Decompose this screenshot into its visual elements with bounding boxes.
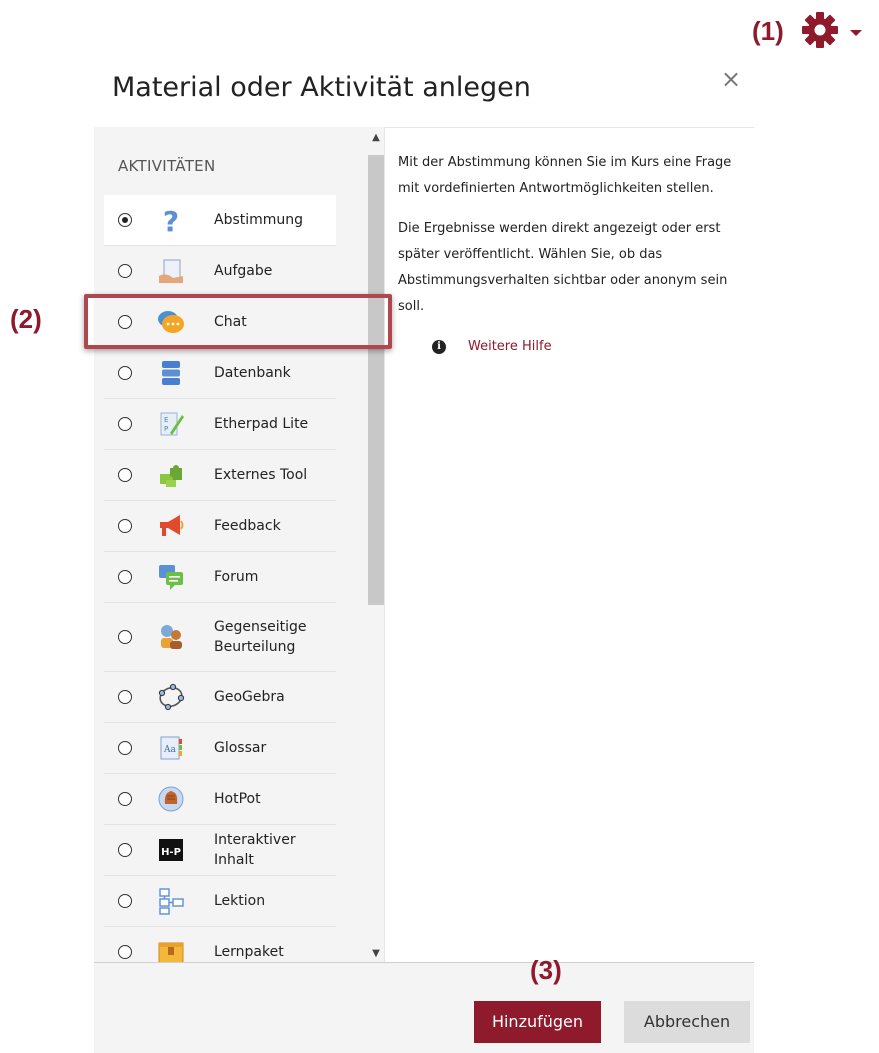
list-item[interactable]: Datenbank: [104, 348, 336, 399]
dialog-footer: Hinzufügen Abbrechen: [94, 963, 754, 1053]
glossary-icon: Aa: [156, 733, 186, 763]
list-item-label: Interaktiver Inhalt: [214, 832, 296, 868]
list-item[interactable]: Aufgabe: [104, 246, 336, 297]
svg-text:H-P: H-P: [161, 847, 181, 858]
help-link[interactable]: i Weitere Hilfe: [432, 334, 738, 360]
radio-button[interactable]: [118, 519, 132, 533]
list-item[interactable]: ? Abstimmung: [104, 195, 336, 246]
radio-button[interactable]: [118, 417, 132, 431]
etherpad-icon: EP: [156, 409, 186, 439]
svg-text:P: P: [164, 425, 168, 433]
package-icon: [156, 937, 186, 962]
puzzle-icon: [156, 460, 186, 490]
annotation-1: (1): [752, 16, 784, 46]
description-paragraph: Die Ergebnisse werden direkt angezeigt o…: [398, 221, 728, 314]
scroll-down-icon[interactable]: ▼: [371, 949, 381, 959]
help-link-text[interactable]: Weitere Hilfe: [468, 334, 552, 360]
scroll-up-icon[interactable]: ▲: [371, 133, 381, 143]
list-item[interactable]: Aa Glossar: [104, 723, 336, 774]
radio-button[interactable]: [118, 945, 132, 959]
list-item-label: Lernpaket: [214, 944, 284, 960]
list-item[interactable]: H-P Interaktiver Inhalt: [104, 825, 336, 876]
hotpot-icon: [156, 784, 186, 814]
list-item-label: Feedback: [214, 518, 281, 534]
activity-description: Mit der Abstimmung können Sie im Kurs ei…: [398, 150, 738, 360]
list-item-label: Glossar: [214, 740, 267, 756]
list-item[interactable]: GeoGebra: [104, 672, 336, 723]
list-item-label: Etherpad Lite: [214, 416, 309, 432]
svg-text:?: ?: [163, 205, 179, 235]
radio-button[interactable]: [118, 894, 132, 908]
close-icon[interactable]: ×: [720, 67, 742, 91]
settings-menu[interactable]: [800, 10, 862, 50]
radio-button[interactable]: [118, 366, 132, 380]
list-item[interactable]: Externes Tool: [104, 450, 336, 501]
description-paragraph: Mit der Abstimmung können Sie im Kurs ei…: [398, 155, 732, 196]
list-item-label: Abstimmung: [214, 212, 304, 228]
radio-button[interactable]: [118, 213, 132, 227]
list-item[interactable]: Gegenseitige Beurteilung: [104, 603, 336, 672]
radio-button[interactable]: [118, 570, 132, 584]
list-item-label: Aufgabe: [214, 263, 273, 279]
chevron-down-icon[interactable]: [850, 30, 862, 36]
forum-icon: [156, 562, 186, 592]
list-item[interactable]: EP Etherpad Lite: [104, 399, 336, 450]
radio-button[interactable]: [118, 264, 132, 278]
list-item-label: Gegenseitige Beurteilung: [214, 619, 307, 655]
radio-button[interactable]: [118, 468, 132, 482]
svg-text:Aa: Aa: [163, 745, 176, 755]
h5p-icon: H-P: [156, 835, 186, 865]
list-item[interactable]: Lektion: [104, 876, 336, 927]
svg-text:E: E: [164, 416, 168, 424]
list-item-label: Datenbank: [214, 365, 291, 381]
radio-button[interactable]: [118, 741, 132, 755]
scroll-thumb[interactable]: [368, 155, 384, 605]
list-item-label: Lektion: [214, 893, 266, 909]
divider: [384, 127, 385, 962]
list-scrollbar[interactable]: ▲ ▼: [368, 127, 384, 962]
annotation-3: (3): [530, 955, 562, 985]
add-button[interactable]: Hinzufügen: [474, 1001, 601, 1043]
geogebra-icon: [156, 682, 186, 712]
section-heading: AKTIVITÄTEN: [118, 157, 216, 175]
peer-review-icon: [156, 622, 186, 652]
list-item-label: HotPot: [214, 791, 261, 807]
dialog-title: Material oder Aktivität anlegen: [112, 72, 531, 103]
cancel-button[interactable]: Abbrechen: [624, 1001, 750, 1043]
lesson-icon: [156, 886, 186, 916]
megaphone-icon: [156, 511, 186, 541]
question-icon: ?: [156, 205, 186, 235]
radio-button[interactable]: [118, 843, 132, 857]
database-icon: [156, 358, 186, 388]
list-item-label: GeoGebra: [214, 689, 285, 705]
radio-button[interactable]: [118, 630, 132, 644]
list-item-label: Externes Tool: [214, 467, 308, 483]
annotation-highlight-box: [84, 294, 392, 349]
list-item[interactable]: Lernpaket: [104, 927, 336, 962]
list-item-label: Forum: [214, 569, 259, 585]
list-item[interactable]: HotPot: [104, 774, 336, 825]
activity-list-panel[interactable]: AKTIVITÄTEN ? Abstimmung Aufgabe Chat Da…: [94, 127, 384, 962]
list-item[interactable]: Forum: [104, 552, 336, 603]
list-item[interactable]: Feedback: [104, 501, 336, 552]
radio-button[interactable]: [118, 690, 132, 704]
gear-icon[interactable]: [800, 10, 840, 50]
annotation-2: (2): [10, 304, 42, 334]
assignment-icon: [156, 256, 186, 286]
radio-button[interactable]: [118, 792, 132, 806]
info-icon: i: [432, 340, 446, 354]
